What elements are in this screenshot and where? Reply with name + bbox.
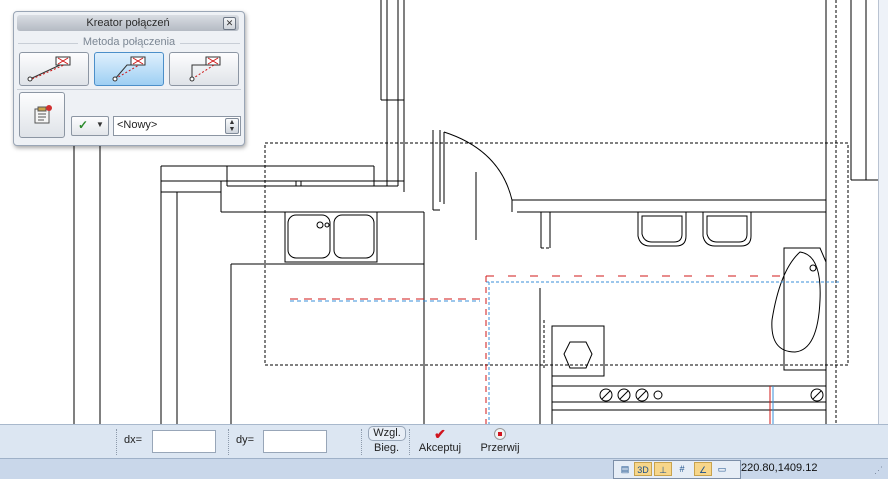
checkmark-icon: ✔	[434, 426, 446, 442]
preset-combo-value: <Nowy>	[117, 119, 158, 131]
properties-icon	[34, 105, 52, 124]
toolbar-separator	[409, 429, 411, 455]
vertical-scrollbar[interactable]	[878, 0, 888, 424]
stop-icon	[478, 427, 522, 442]
coordinate-toolbar: dx= dy= Wzgl. Bieg. ✔ Akceptuj Przerwij	[0, 424, 888, 459]
toolbar-separator	[361, 429, 363, 455]
dialog-title-bar[interactable]: Kreator połączeń ✕	[17, 15, 239, 31]
group-divider-right	[180, 43, 240, 44]
polar-toggle[interactable]: Bieg.	[374, 442, 399, 454]
dy-label: dy=	[236, 434, 255, 446]
method-direct-button[interactable]	[19, 52, 89, 86]
apply-dropdown-button[interactable]: ✓ ▼	[71, 116, 109, 136]
snap-icon[interactable]: ∠	[694, 462, 712, 476]
connection-method-label: Metoda połączenia	[82, 36, 176, 48]
dy-input[interactable]	[263, 430, 327, 453]
accept-button[interactable]: ✔ Akceptuj	[417, 426, 463, 455]
relative-toggle[interactable]: Wzgl.	[368, 426, 406, 441]
accept-label: Akceptuj	[418, 442, 462, 454]
checkmark-icon: ✓	[78, 118, 89, 132]
toolbar-separator	[116, 429, 118, 455]
status-toggles: ▤ 3D ⊥ # ∠ ▭	[613, 460, 741, 479]
grid-icon[interactable]: #	[674, 462, 690, 476]
dialog-separator	[17, 89, 241, 90]
dialog-title: Kreator połączeń	[86, 17, 170, 29]
chevron-down-icon: ▼	[96, 120, 104, 129]
dx-input[interactable]	[152, 430, 216, 453]
status-bar: ▤ 3D ⊥ # ∠ ▭ 220.80,1409.12 ⋰	[0, 458, 888, 479]
preset-combo[interactable]: <Nowy> ▲ ▼	[113, 116, 241, 136]
connection-wizard-dialog: Kreator połączeń ✕ Metoda połączenia ✓ ▼…	[13, 11, 245, 146]
layers-icon[interactable]: ▤	[617, 462, 633, 476]
angled-connection-icon	[112, 56, 146, 82]
ortho-icon[interactable]: ⊥	[654, 462, 672, 476]
cancel-button[interactable]: Przerwij	[478, 427, 522, 454]
cancel-label: Przerwij	[480, 442, 520, 454]
spinner-icon[interactable]: ▲ ▼	[225, 118, 239, 134]
cursor-coordinates: 220.80,1409.12	[741, 462, 818, 474]
resize-grip-icon[interactable]: ⋰	[874, 465, 884, 475]
window-icon[interactable]: ▭	[714, 462, 730, 476]
method-orthogonal-button[interactable]	[169, 52, 239, 86]
method-angled-button[interactable]	[94, 52, 164, 86]
direct-connection-icon	[27, 56, 71, 82]
3d-view-icon[interactable]: 3D	[634, 462, 652, 476]
properties-button[interactable]	[19, 92, 65, 138]
toolbar-separator	[228, 429, 230, 455]
orthogonal-connection-icon	[189, 56, 221, 82]
dx-label: dx=	[124, 434, 143, 446]
close-icon[interactable]: ✕	[223, 17, 236, 30]
